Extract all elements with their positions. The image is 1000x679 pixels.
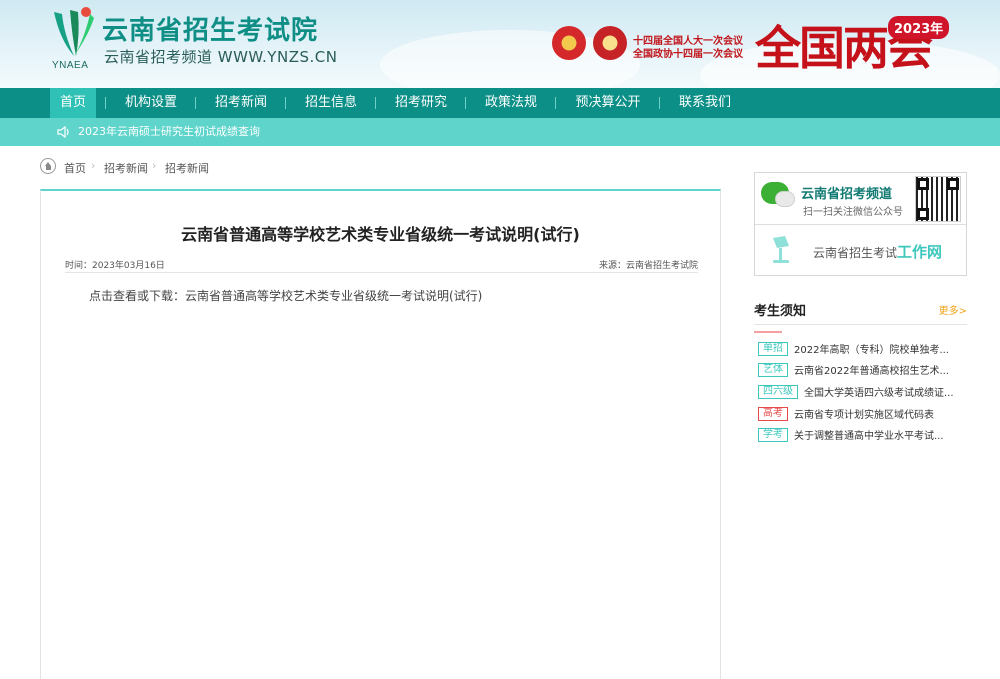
nav-divider [285, 97, 286, 109]
article-download-link[interactable]: 点击查看或下载：云南省普通高等学校艺术类专业省级统一考试说明(试行) [89, 287, 482, 304]
article-time: 时间：2023年03月16日 [65, 261, 165, 271]
nav-item-organization[interactable]: 机构设置 [118, 88, 184, 118]
list-item[interactable]: 单招 2022年高职（专科）院校单独考... [758, 341, 949, 357]
notes-accent-line [754, 331, 782, 333]
qr-code-icon [915, 176, 961, 222]
wechat-title: 云南省招考频道 [801, 187, 893, 202]
lamp-icon [773, 236, 789, 263]
site-subtitle: 云南省招考频道 WWW.YNZS.CN [104, 48, 338, 66]
breadcrumb-news-sub[interactable]: 招考新闻 [165, 160, 209, 176]
nav-divider [105, 97, 106, 109]
nav-item-admission[interactable]: 招生信息 [298, 88, 364, 118]
article-title: 云南省普通高等学校艺术类专业省级统一考试说明(试行) [181, 225, 580, 244]
list-item[interactable]: 学考 关于调整普通高中学业水平考试... [758, 427, 944, 443]
nav-item-contact[interactable]: 联系我们 [672, 88, 738, 118]
note-tag: 学考 [758, 427, 788, 442]
note-tag: 艺体 [758, 362, 788, 377]
note-title[interactable]: 关于调整普通高中学业水平考试... [794, 431, 944, 442]
wechat-card[interactable]: 云南省招考频道 扫一扫关注微信公众号 云南省招生考试工作网 [754, 172, 967, 276]
article-panel: 云南省普通高等学校艺术类专业省级统一考试说明(试行) 时间：2023年03月16… [40, 189, 721, 679]
nav-item-policy[interactable]: 政策法规 [478, 88, 544, 118]
cppcc-emblem-icon [593, 26, 627, 60]
logo-text: YNAEA [52, 60, 89, 71]
notice-link[interactable]: 2023年云南硕士研究生初试成绩查询 [78, 118, 260, 146]
work-site-highlight: 工作网 [897, 243, 943, 261]
note-title[interactable]: 云南省专项计划实施区域代码表 [794, 410, 934, 421]
logo-icon[interactable] [50, 6, 96, 62]
nav-item-research[interactable]: 招考研究 [388, 88, 454, 118]
breadcrumb-home[interactable]: 首页 [64, 160, 86, 176]
article-source: 来源：云南省招生考试院 [598, 261, 698, 271]
site-header: YNAEA 云南省招生考试院 云南省招考频道 WWW.YNZS.CN 十四届全国… [0, 0, 1000, 88]
breadcrumb-news[interactable]: 招考新闻 [104, 160, 148, 176]
list-item[interactable]: 艺体 云南省2022年普通高校招生艺术... [758, 362, 949, 378]
note-tag: 高考 [758, 406, 788, 421]
work-site-prefix: 云南省招生考试 [813, 246, 898, 260]
wechat-bubble-icon [775, 191, 795, 207]
nav-divider [195, 97, 196, 109]
nav-divider [659, 97, 660, 109]
notes-header: 考生须知 更多> [754, 298, 967, 325]
main-nav: 首页 机构设置 招考新闻 招生信息 招考研究 政策法规 预决算公开 联系我们 [0, 88, 1000, 118]
list-item[interactable]: 高考 云南省专项计划实施区域代码表 [758, 406, 934, 422]
nav-divider [465, 97, 466, 109]
site-title[interactable]: 云南省招生考试院 [102, 10, 318, 47]
chevron-right-icon: › [91, 159, 96, 172]
nav-item-news[interactable]: 招考新闻 [208, 88, 274, 118]
work-site-text: 云南省招生考试工作网 [813, 241, 942, 262]
wechat-section: 云南省招考频道 扫一扫关注微信公众号 [755, 173, 966, 225]
banner-year-badge: 2023年 [888, 16, 950, 39]
chevron-right-icon: › [152, 159, 157, 172]
article-meta: 时间：2023年03月16日 来源：云南省招生考试院 [65, 257, 698, 273]
nav-divider [555, 97, 556, 109]
list-item[interactable]: 四六级 全国大学英语四六级考试成绩证... [758, 384, 954, 400]
notes-title: 考生须知 [754, 304, 807, 319]
nav-divider [375, 97, 376, 109]
wechat-subtitle: 扫一扫关注微信公众号 [803, 207, 903, 218]
work-site-link[interactable]: 云南省招生考试工作网 [755, 226, 966, 275]
note-tag: 单招 [758, 341, 788, 356]
speaker-icon [56, 124, 72, 140]
nav-item-home[interactable]: 首页 [50, 88, 96, 118]
notice-bar: 2023年云南硕士研究生初试成绩查询 [0, 118, 1000, 146]
meeting-line-2: 全国政协十四届一次会议 [633, 49, 743, 60]
note-tag: 四六级 [758, 384, 798, 399]
more-link[interactable]: 更多> [939, 302, 967, 317]
nav-item-budget[interactable]: 预决算公开 [568, 88, 648, 118]
note-title[interactable]: 全国大学英语四六级考试成绩证... [804, 388, 954, 399]
note-title[interactable]: 云南省2022年普通高校招生艺术... [794, 366, 949, 377]
home-icon[interactable] [40, 158, 56, 174]
national-emblem-icon [552, 26, 586, 60]
note-title[interactable]: 2022年高职（专科）院校单独考... [794, 345, 949, 356]
